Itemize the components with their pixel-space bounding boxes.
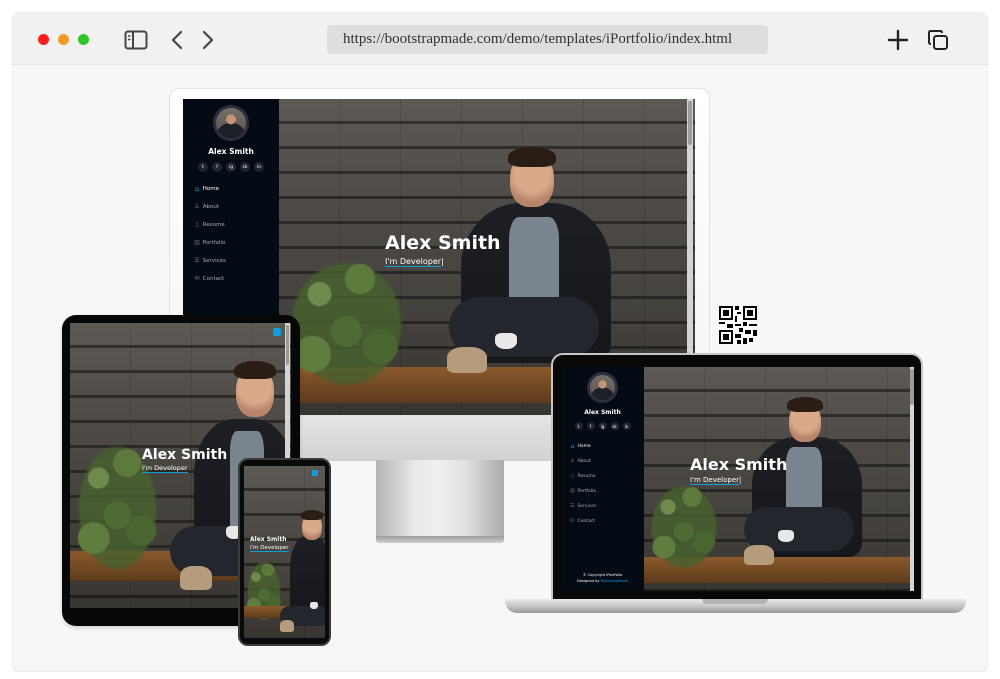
avatar (213, 105, 249, 141)
nav-item-about[interactable]: ♙ About (193, 203, 219, 210)
close-window-button[interactable] (38, 34, 49, 45)
laptop-scrollbar[interactable] (910, 367, 914, 591)
chevron-right-icon[interactable] (195, 27, 221, 53)
nav-item-home[interactable]: ⌂ Home (569, 443, 591, 450)
mobile-nav-toggle[interactable] (273, 328, 281, 336)
nav-item-home[interactable]: ⌂ Home (193, 185, 219, 193)
user-icon: ♙ (194, 203, 200, 210)
footer-copyright: © Copyright iPortfolio (582, 573, 623, 577)
phone-hero-subtitle: I'm Developer (250, 545, 289, 552)
footer-brand-link[interactable]: BootstrapMade (601, 579, 628, 583)
phone-hero-background: Alex Smith I'm Developer (244, 466, 325, 638)
phone-hero-title: Alex Smith (250, 536, 287, 543)
laptop-sidebar-nav: ⌂ Home ♙ About ▯ Resume ▥ Portfolio ☰ Se… (569, 443, 641, 533)
twitter-icon[interactable]: t (574, 422, 583, 430)
maximize-window-button[interactable] (78, 34, 89, 45)
tabs-copy-icon[interactable] (925, 27, 951, 53)
nav-item-contact[interactable]: ✉ Contact (193, 275, 224, 282)
instagram-icon[interactable]: ig (226, 162, 236, 172)
nav-item-services[interactable]: ☰ Services (193, 257, 226, 264)
file-icon: ▯ (571, 473, 574, 479)
twitter-icon[interactable]: t (198, 162, 208, 172)
linkedin-icon[interactable]: in (254, 162, 264, 172)
laptop-notch (702, 599, 768, 604)
nav-item-resume[interactable]: ▯ Resume (569, 473, 595, 479)
footer-credits: Designed by BootstrapMade (577, 579, 628, 583)
laptop-site-screen: Alex Smith I'm Developer| Alex Smith t f… (561, 367, 914, 591)
server-icon: ☰ (194, 257, 200, 264)
book-icon: ▥ (570, 488, 575, 494)
nav-item-portfolio[interactable]: ▥ Portfolio (193, 239, 225, 246)
browser-toolbar: https://bootstrapmade.com/demo/templates… (13, 13, 987, 65)
nav-item-services[interactable]: ☰ Services (569, 503, 596, 509)
laptop-avatar (587, 372, 618, 403)
facebook-icon[interactable]: f (212, 162, 222, 172)
address-bar[interactable]: https://bootstrapmade.com/demo/templates… (327, 25, 768, 54)
tablet-hero-subtitle: I'm Developer (142, 464, 188, 473)
sidebar-name: Alex Smith (208, 147, 254, 156)
nav-item-portfolio[interactable]: ▥ Portfolio (569, 488, 596, 494)
laptop-sidebar: Alex Smith t f ig sk in ⌂ Home ♙ About ▯… (561, 367, 644, 591)
hero-subtitle-text: I'm Developer (385, 257, 442, 267)
envelope-icon: ✉ (194, 275, 200, 282)
typing-cursor: | (441, 257, 444, 266)
nav-item-contact[interactable]: ✉ Contact (569, 518, 595, 524)
nav-item-about[interactable]: ♙ About (569, 458, 591, 464)
laptop-social-links: t f ig sk in (561, 422, 644, 430)
minimize-window-button[interactable] (58, 34, 69, 45)
house-icon: ⌂ (570, 443, 575, 450)
server-icon: ☰ (570, 503, 575, 509)
linkedin-icon[interactable]: in (622, 422, 631, 430)
tablet-hero-title: Alex Smith (142, 447, 228, 463)
file-icon: ▯ (195, 221, 199, 228)
envelope-icon: ✉ (570, 518, 575, 524)
house-icon: ⌂ (194, 185, 200, 193)
phone-nav-toggle[interactable] (312, 470, 318, 476)
laptop-sidebar-name: Alex Smith (584, 409, 621, 416)
url-text: https://bootstrapmade.com/demo/templates… (343, 31, 733, 47)
book-icon: ▥ (194, 239, 200, 246)
qr-code-icon (719, 306, 757, 344)
sidebar-toggle-icon[interactable] (123, 27, 149, 53)
user-icon: ♙ (570, 458, 575, 464)
hero-title: Alex Smith (385, 232, 501, 254)
desktop-stand-foot (376, 536, 504, 543)
social-links: t f ig sk in (183, 162, 279, 172)
hero-subtitle: I'm Developer| (385, 257, 444, 267)
skype-icon[interactable]: sk (240, 162, 250, 172)
laptop-hero-subtitle: I'm Developer| (690, 476, 742, 485)
instagram-icon[interactable]: ig (598, 422, 607, 430)
desktop-stand (376, 460, 504, 538)
chevron-left-icon[interactable] (164, 27, 190, 53)
laptop-hero-title: Alex Smith (690, 455, 788, 474)
sidebar-nav: ⌂ Home ♙ About ▯ Resume ▥ Portfolio ☰ Se… (193, 185, 273, 295)
facebook-icon[interactable]: f (586, 422, 595, 430)
phone-site-screen: Alex Smith I'm Developer (244, 466, 325, 638)
nav-item-resume[interactable]: ▯ Resume (193, 221, 224, 228)
laptop-hero-background: Alex Smith I'm Developer| (644, 367, 914, 591)
plus-icon[interactable] (885, 27, 911, 53)
skype-icon[interactable]: sk (610, 422, 619, 430)
